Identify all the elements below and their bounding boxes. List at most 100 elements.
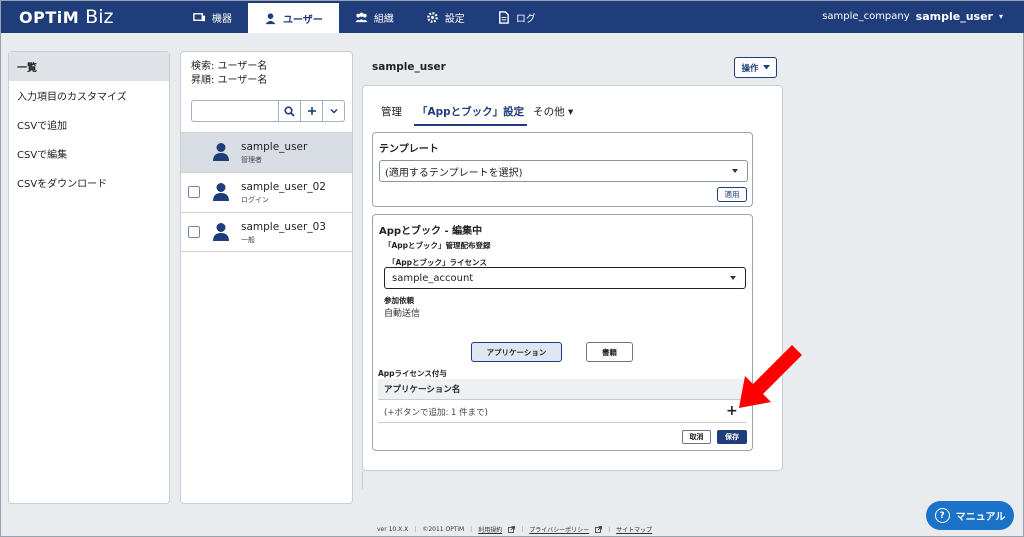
- detail-tabs: 管理 「Appとブック」設定 その他 ▾: [381, 104, 585, 126]
- user-list-panel: 検索: ユーザー名 昇順: ユーザー名 sample_user 管理者 samp…: [180, 51, 353, 504]
- account-user-name: sample_user: [915, 10, 993, 23]
- log-icon: [498, 10, 509, 24]
- external-link-icon: [595, 526, 603, 533]
- edit-title: Appとブック - 編集中: [379, 226, 483, 237]
- tab-other[interactable]: その他 ▾: [533, 104, 579, 126]
- main-nav: 機器 ユーザー 組織 設定 ログ: [177, 1, 552, 33]
- save-button[interactable]: 保存: [717, 430, 747, 444]
- user-checkbox[interactable]: [188, 226, 200, 238]
- footer: ver 10.X.X | ©2011 OPTiM | 利用規約 | プライバシー…: [377, 525, 652, 534]
- user-role: 一般: [241, 236, 255, 244]
- operation-dropdown-button[interactable]: 操作: [734, 57, 777, 78]
- select-caret-icon: [732, 169, 738, 173]
- distribution-label: 「Appとブック」管理配布登録: [384, 241, 491, 250]
- template-select[interactable]: (適用するテンプレートを選択): [379, 160, 748, 182]
- nav-label-users: ユーザー: [283, 14, 323, 26]
- annotation-arrow-icon: [739, 345, 802, 408]
- nav-logs[interactable]: ログ: [481, 1, 552, 33]
- copyright-text: ©2011 OPTiM: [422, 526, 465, 533]
- chevron-down-icon: [329, 108, 338, 114]
- side-menu-csv-add[interactable]: CSVで追加: [9, 110, 169, 139]
- tab-app-book-settings[interactable]: 「Appとブック」設定: [414, 104, 528, 126]
- user-row[interactable]: sample_user_02 ログイン: [181, 172, 352, 212]
- side-menu: 一覧 入力項目のカスタマイズ CSVで追加 CSVで編集 CSVをダウンロード: [8, 51, 170, 504]
- book-toggle-button[interactable]: 書籍: [586, 342, 633, 362]
- user-icon: [265, 12, 276, 24]
- user-avatar-icon: [213, 143, 229, 161]
- add-user-button[interactable]: [301, 100, 323, 122]
- search-input[interactable]: [191, 100, 279, 122]
- search-bar: [191, 100, 345, 122]
- user-row[interactable]: sample_user_03 一般: [181, 212, 352, 252]
- plus-icon: [307, 107, 316, 115]
- divider: [362, 471, 363, 489]
- more-options-button[interactable]: [323, 100, 345, 122]
- user-avatar-icon: [213, 223, 229, 241]
- license-select-value: sample_account: [392, 272, 474, 284]
- user-list-header: 検索: ユーザー名 昇順: ユーザー名: [181, 52, 352, 88]
- nav-devices[interactable]: 機器: [177, 1, 248, 33]
- caret-down-icon: ▾: [998, 12, 1003, 21]
- page-title: sample_user: [372, 61, 446, 73]
- search-icon: [284, 105, 295, 117]
- gear-icon: [426, 11, 438, 23]
- side-menu-list[interactable]: 一覧: [9, 52, 169, 81]
- nav-label-devices: 機器: [212, 13, 232, 25]
- user-rows: sample_user 管理者 sample_user_02 ログイン samp…: [181, 132, 352, 252]
- application-toggle-button[interactable]: アプリケーション: [471, 342, 562, 362]
- license-select[interactable]: sample_account: [384, 267, 746, 289]
- sort-order-label: 昇順: ユーザー名: [191, 75, 268, 86]
- template-title: テンプレート: [379, 144, 439, 155]
- participation-label: 参加依頼: [384, 296, 414, 305]
- help-icon: ?: [934, 508, 950, 523]
- side-menu-customize-fields[interactable]: 入力項目のカスタマイズ: [9, 81, 169, 110]
- user-name: sample_user: [241, 141, 308, 153]
- apply-template-button[interactable]: 適用: [717, 187, 747, 202]
- divider: |: [470, 526, 473, 533]
- version-text: ver 10.X.X: [377, 526, 409, 533]
- cancel-button[interactable]: 取消: [682, 430, 711, 444]
- company-name: sample_company: [822, 11, 910, 22]
- external-link-icon: [508, 526, 516, 533]
- nav-label-settings: 設定: [444, 13, 465, 25]
- side-menu-csv-edit[interactable]: CSVで編集: [9, 139, 169, 168]
- nav-label-logs: ログ: [515, 13, 536, 25]
- application-table-header: アプリケーション名: [378, 379, 747, 400]
- user-name: sample_user_03: [241, 221, 326, 233]
- side-menu-csv-download[interactable]: CSVをダウンロード: [9, 168, 169, 197]
- participation-value: 自動送信: [384, 309, 421, 319]
- logo-text: OPTiM: [19, 8, 80, 27]
- sitemap-link[interactable]: サイトマップ: [616, 525, 652, 534]
- search-field-label: 検索: ユーザー名: [191, 61, 268, 72]
- user-role: 管理者: [241, 156, 262, 164]
- user-avatar-icon: [213, 183, 229, 201]
- manual-label: マニュアル: [955, 512, 1006, 523]
- user-row[interactable]: sample_user 管理者: [181, 132, 352, 172]
- divider: |: [608, 526, 611, 533]
- manual-button[interactable]: ? マニュアル: [926, 501, 1014, 530]
- app-license-grant-label: Appライセンス付与: [378, 369, 447, 378]
- nav-settings[interactable]: 設定: [410, 1, 481, 33]
- select-caret-icon: [730, 276, 736, 280]
- user-checkbox[interactable]: [188, 186, 200, 198]
- search-button[interactable]: [279, 100, 301, 122]
- logo-product: Biz: [85, 6, 114, 28]
- device-icon: [193, 12, 206, 21]
- caret-down-icon: [762, 65, 770, 70]
- top-navigation-bar: OPTiM Biz 機器 ユーザー 組織 設定 ログ sample_compan…: [1, 1, 1024, 33]
- tab-manage[interactable]: 管理: [381, 104, 408, 126]
- user-role: ログイン: [241, 196, 269, 204]
- nav-organization[interactable]: 組織: [339, 1, 410, 33]
- template-card: テンプレート (適用するテンプレートを選択) 適用: [372, 132, 753, 207]
- divider: |: [521, 526, 524, 533]
- application-table-row: (+ボタンで追加: 1 件まで): [378, 401, 747, 423]
- privacy-link[interactable]: プライバシーポリシー: [529, 525, 589, 534]
- account-menu[interactable]: sample_company sample_user ▾: [822, 10, 1003, 23]
- terms-link[interactable]: 利用規約: [478, 525, 502, 534]
- template-select-value: (適用するテンプレートを選択): [385, 167, 523, 179]
- nav-users[interactable]: ユーザー: [248, 3, 339, 33]
- divider: |: [414, 526, 417, 533]
- app-window: OPTiM Biz 機器 ユーザー 組織 設定 ログ sample_compan…: [0, 0, 1024, 537]
- group-icon: [355, 12, 368, 22]
- optim-biz-logo[interactable]: OPTiM Biz: [19, 6, 113, 28]
